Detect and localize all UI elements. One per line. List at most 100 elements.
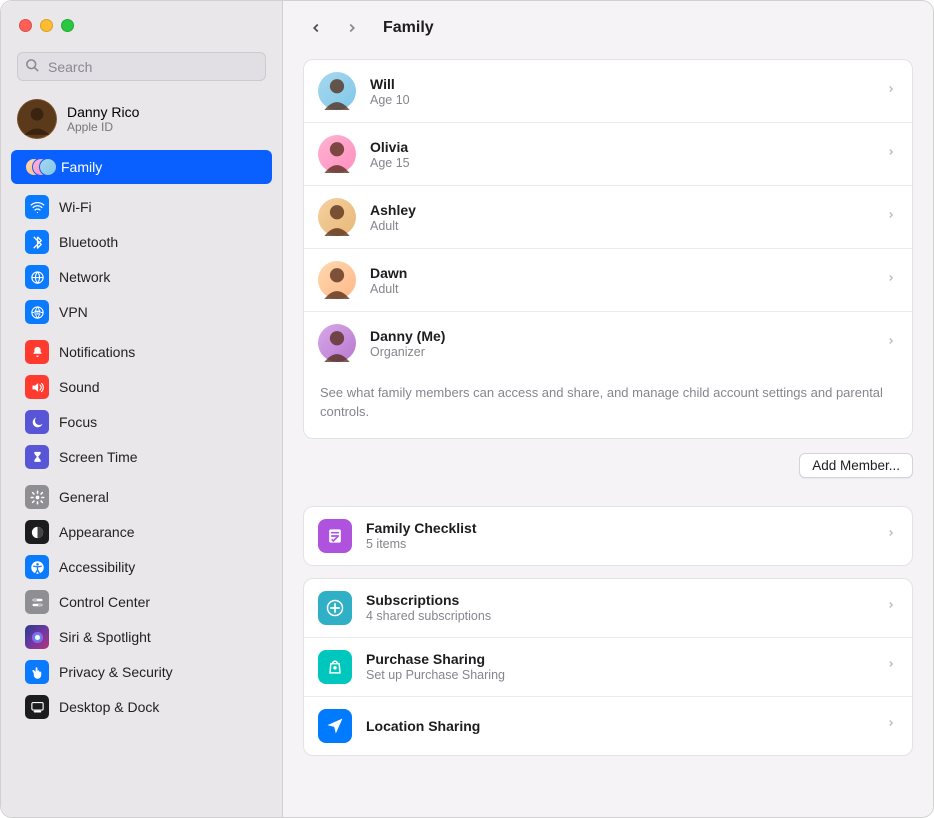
sidebar-item-general[interactable]: General bbox=[11, 480, 272, 514]
member-row[interactable]: Will Age 10 bbox=[304, 60, 912, 123]
setting-title: Subscriptions bbox=[366, 592, 872, 608]
sidebar-item-screen-time[interactable]: Screen Time bbox=[11, 440, 272, 474]
checklist-icon bbox=[318, 519, 352, 553]
sidebar-item-control-center[interactable]: Control Center bbox=[11, 585, 272, 619]
star-icon bbox=[318, 591, 352, 625]
member-row[interactable]: Ashley Adult bbox=[304, 186, 912, 249]
sidebar-item-bluetooth[interactable]: Bluetooth bbox=[11, 225, 272, 259]
sidebar-item-notifications[interactable]: Notifications bbox=[11, 335, 272, 369]
sidebar-item-siri-spotlight[interactable]: Siri & Spotlight bbox=[11, 620, 272, 654]
sidebar-item-label: Notifications bbox=[59, 344, 135, 360]
bluetooth-icon bbox=[25, 230, 49, 254]
member-name: Olivia bbox=[370, 139, 872, 155]
apple-id-row[interactable]: Danny Rico Apple ID bbox=[1, 93, 282, 149]
minimize-window-button[interactable] bbox=[40, 19, 53, 32]
family-checklist-row[interactable]: Family Checklist 5 items bbox=[304, 507, 912, 565]
sidebar-item-label: Sound bbox=[59, 379, 99, 395]
sidebar-scroll[interactable]: Family Wi-Fi Bluetooth Network VPN VPN bbox=[1, 149, 282, 817]
sidebar-item-family[interactable]: Family bbox=[11, 150, 272, 184]
member-name: Danny (Me) bbox=[370, 328, 872, 344]
chevron-right-icon bbox=[886, 598, 896, 617]
sidebar-item-focus[interactable]: Focus bbox=[11, 405, 272, 439]
back-button[interactable] bbox=[303, 15, 329, 41]
sidebar-item-label: Control Center bbox=[59, 594, 150, 610]
location-sharing-row[interactable]: Location Sharing bbox=[304, 696, 912, 755]
bell-icon bbox=[25, 340, 49, 364]
sidebar-item-vpn[interactable]: VPN VPN bbox=[11, 295, 272, 329]
checklist-card: Family Checklist 5 items bbox=[303, 506, 913, 566]
forward-button[interactable] bbox=[339, 15, 365, 41]
member-sub: Age 15 bbox=[370, 156, 872, 170]
sidebar-item-label: Screen Time bbox=[59, 449, 138, 465]
dock-icon bbox=[25, 695, 49, 719]
subscriptions-row[interactable]: Subscriptions 4 shared subscriptions bbox=[304, 579, 912, 637]
sidebar-item-label: Appearance bbox=[59, 524, 135, 540]
close-window-button[interactable] bbox=[19, 19, 32, 32]
add-member-button[interactable]: Add Member... bbox=[799, 453, 913, 478]
members-footer-text: See what family members can access and s… bbox=[304, 374, 912, 438]
window-controls bbox=[1, 1, 282, 44]
vpn-icon: VPN bbox=[25, 300, 49, 324]
sidebar-item-label: VPN bbox=[59, 304, 88, 320]
speaker-icon bbox=[25, 375, 49, 399]
member-row[interactable]: Olivia Age 15 bbox=[304, 123, 912, 186]
avatar bbox=[318, 135, 356, 173]
sidebar-item-label: Network bbox=[59, 269, 110, 285]
search-input[interactable] bbox=[17, 52, 266, 81]
sidebar-item-sound[interactable]: Sound bbox=[11, 370, 272, 404]
sidebar-item-appearance[interactable]: Appearance bbox=[11, 515, 272, 549]
page-title: Family bbox=[383, 19, 434, 37]
chevron-right-icon bbox=[886, 145, 896, 164]
sidebar: Danny Rico Apple ID Family Wi-Fi bbox=[1, 1, 283, 817]
account-sub: Apple ID bbox=[67, 120, 139, 134]
location-icon bbox=[318, 709, 352, 743]
account-name: Danny Rico bbox=[67, 104, 139, 120]
chevron-right-icon bbox=[886, 716, 896, 735]
member-row[interactable]: Dawn Adult bbox=[304, 249, 912, 312]
content-header: Family bbox=[283, 1, 933, 51]
sidebar-item-wi-fi[interactable]: Wi-Fi bbox=[11, 190, 272, 224]
switches-icon bbox=[25, 590, 49, 614]
member-sub: Organizer bbox=[370, 345, 872, 359]
chevron-right-icon bbox=[886, 657, 896, 676]
setting-sub: 4 shared subscriptions bbox=[366, 609, 872, 623]
chevron-right-icon bbox=[886, 208, 896, 227]
member-name: Will bbox=[370, 76, 872, 92]
member-name: Dawn bbox=[370, 265, 872, 281]
members-card: Will Age 10 Olivia Age 15 Ashley Adult bbox=[303, 59, 913, 439]
chevron-right-icon bbox=[886, 271, 896, 290]
search-icon bbox=[25, 58, 40, 77]
chevron-right-icon bbox=[886, 334, 896, 353]
sidebar-item-label: Desktop & Dock bbox=[59, 699, 159, 715]
chevron-right-icon bbox=[886, 526, 896, 545]
sidebar-item-label: Family bbox=[61, 159, 102, 175]
globe-icon bbox=[25, 265, 49, 289]
avatar bbox=[318, 324, 356, 362]
hourglass-icon bbox=[25, 445, 49, 469]
member-sub: Adult bbox=[370, 219, 872, 233]
member-name: Ashley bbox=[370, 202, 872, 218]
sidebar-item-desktop-dock[interactable]: Desktop & Dock bbox=[11, 690, 272, 724]
appearance-icon bbox=[25, 520, 49, 544]
member-sub: Adult bbox=[370, 282, 872, 296]
sidebar-item-network[interactable]: Network bbox=[11, 260, 272, 294]
settings-window: Danny Rico Apple ID Family Wi-Fi bbox=[1, 1, 933, 817]
sidebar-item-label: Siri & Spotlight bbox=[59, 629, 151, 645]
hand-icon bbox=[25, 660, 49, 684]
sidebar-item-accessibility[interactable]: Accessibility bbox=[11, 550, 272, 584]
purchase-sharing-row[interactable]: Purchase Sharing Set up Purchase Sharing bbox=[304, 637, 912, 696]
siri-icon bbox=[25, 625, 49, 649]
content-body[interactable]: Will Age 10 Olivia Age 15 Ashley Adult bbox=[283, 51, 933, 817]
avatar bbox=[318, 72, 356, 110]
zoom-window-button[interactable] bbox=[61, 19, 74, 32]
content-pane: Family Will Age 10 Olivia Age 15 bbox=[283, 1, 933, 817]
sidebar-item-privacy-security[interactable]: Privacy & Security bbox=[11, 655, 272, 689]
sidebar-item-label: Accessibility bbox=[59, 559, 135, 575]
moon-icon bbox=[25, 410, 49, 434]
sidebar-item-label: Wi-Fi bbox=[59, 199, 92, 215]
avatar bbox=[17, 99, 57, 139]
member-row[interactable]: Danny (Me) Organizer bbox=[304, 312, 912, 374]
sidebar-item-label: Bluetooth bbox=[59, 234, 118, 250]
sharing-settings-card: Subscriptions 4 shared subscriptions Pur… bbox=[303, 578, 913, 756]
family-icon bbox=[25, 155, 51, 179]
